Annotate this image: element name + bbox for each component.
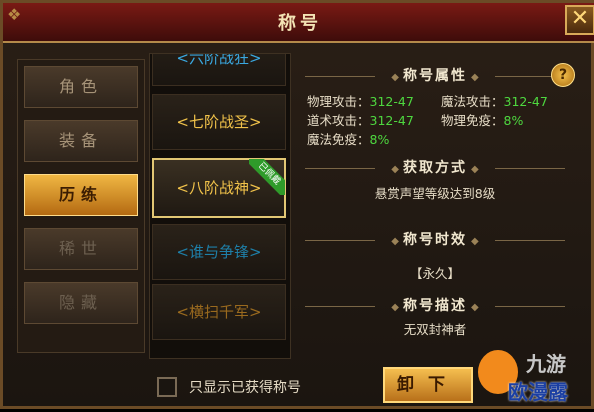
sidebar-item-training[interactable]: 历练 <box>24 174 138 216</box>
sidebar-item-rare[interactable]: 稀世 <box>24 228 138 270</box>
title-item[interactable]: <谁与争锋> <box>152 224 286 280</box>
section-heading-description: ◆ 称号描述 ◆ <box>295 295 575 317</box>
attr-physical-immunity: 物理免疫：8% <box>441 113 524 128</box>
attr-taoist-attack: 道术攻击：312-47 <box>307 113 414 128</box>
duration-text: 【永久】 <box>409 266 460 281</box>
window-title: 称号 <box>278 13 322 34</box>
source-text: 悬赏声望等级达到8级 <box>374 186 496 201</box>
attr-magic-immunity: 魔法免疫：8% <box>307 132 390 147</box>
section-heading-attributes: ◆ 称号属性 ◆ <box>295 65 575 87</box>
title-item[interactable]: <六阶战狂> <box>152 53 286 86</box>
title-item-label: <六阶战狂> <box>176 53 262 67</box>
title-bar: ❖ 称号 ✕ <box>3 3 594 43</box>
title-item[interactable]: <横扫千军> <box>152 284 286 340</box>
title-list[interactable]: <六阶战狂> <七阶战圣> <八阶战神> 已佩戴 <谁与争锋> <横扫千军> <box>149 53 291 359</box>
description-text: 无双封神者 <box>403 322 467 337</box>
title-detail-panel: ◆ 称号属性 ◆ ? 物理攻击：312-47 魔法攻击：312-47 道术攻击：31… <box>295 53 585 357</box>
title-item-label: <横扫千军> <box>176 303 262 321</box>
category-sidebar: 角色 装备 历练 稀世 隐藏 <box>17 59 145 353</box>
help-icon[interactable]: ? <box>551 63 575 87</box>
title-item-selected[interactable]: <八阶战神> 已佩戴 <box>152 158 286 218</box>
section-heading-source: ◆ 获取方式 ◆ <box>295 157 575 179</box>
title-item[interactable]: <七阶战圣> <box>152 94 286 150</box>
title-item-label: <七阶战圣> <box>176 113 262 131</box>
close-button[interactable]: ✕ <box>565 5 594 35</box>
attr-magic-attack: 魔法攻击：312-47 <box>441 94 548 109</box>
unload-button[interactable]: 卸下 <box>383 367 473 403</box>
attr-physical-attack: 物理攻击：312-47 <box>307 94 414 109</box>
show-owned-label[interactable]: 只显示已获得称号 <box>189 377 301 397</box>
section-heading-duration: ◆ 称号时效 ◆ <box>295 229 575 251</box>
title-item-label: <谁与争锋> <box>176 243 262 261</box>
show-owned-checkbox[interactable] <box>157 377 177 397</box>
sidebar-item-role[interactable]: 角色 <box>24 66 138 108</box>
sidebar-item-hidden[interactable]: 隐藏 <box>24 282 138 324</box>
watermark-logo: 九游 欧漫露 <box>478 346 588 406</box>
sidebar-item-equipment[interactable]: 装备 <box>24 120 138 162</box>
equipped-badge: 已佩戴 <box>249 159 285 195</box>
